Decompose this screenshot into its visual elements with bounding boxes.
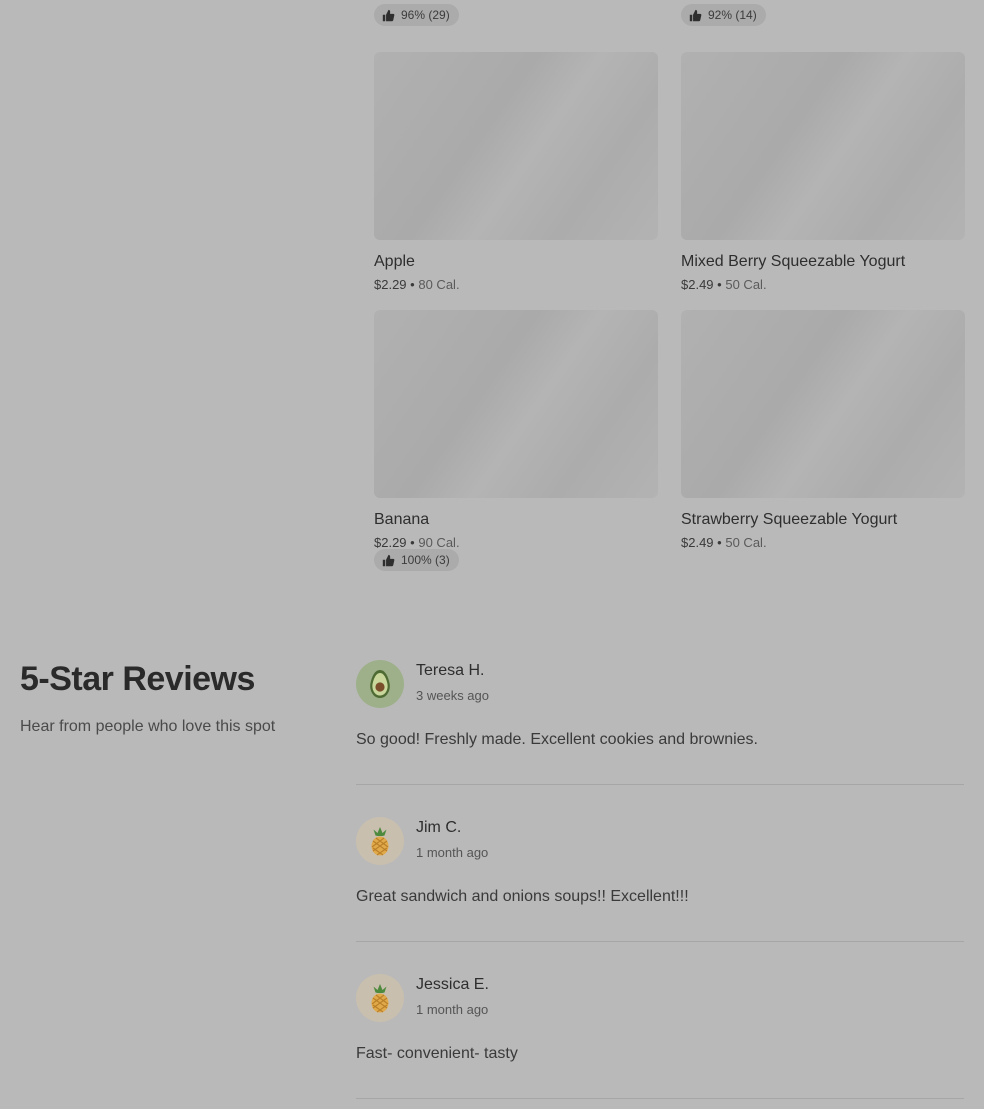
item-calories: 90 Cal. (418, 535, 460, 550)
rating-badge: 96% (29) (374, 4, 459, 26)
menu-item-card[interactable]: Banana $2.29 • 90 Cal. (374, 310, 658, 551)
separator: • (410, 277, 415, 292)
reviewer-name: Jessica E. (416, 976, 489, 993)
rating-text: 96% (29) (401, 8, 450, 22)
review-time: 1 month ago (416, 1002, 489, 1017)
thumbs-up-icon (689, 9, 702, 22)
avatar (356, 660, 404, 708)
item-image[interactable] (681, 310, 965, 498)
rating-text: 92% (14) (708, 8, 757, 22)
item-name: Apple (374, 253, 415, 270)
item-price: $2.49 (681, 535, 714, 550)
review-time: 1 month ago (416, 845, 489, 860)
item-price: $2.29 (374, 277, 407, 292)
item-calories: 50 Cal. (725, 535, 767, 550)
separator: • (717, 535, 722, 550)
reviewer-name: Jim C. (416, 819, 462, 836)
menu-item-card[interactable]: Apple $2.29 • 80 Cal. (374, 52, 658, 293)
section-subtitle: Hear from people who love this spot (20, 718, 276, 735)
divider (356, 1098, 964, 1099)
item-meta: $2.49 • 50 Cal. (681, 277, 965, 293)
item-meta: $2.29 • 80 Cal. (374, 277, 658, 293)
item-meta: $2.49 • 50 Cal. (681, 535, 965, 551)
item-calories: 50 Cal. (725, 277, 767, 292)
separator: • (717, 277, 722, 292)
thumbs-up-icon (382, 554, 395, 567)
review-text: Great sandwich and onions soups!! Excell… (356, 888, 689, 905)
item-price: $2.49 (681, 277, 714, 292)
item-image[interactable] (374, 52, 658, 240)
rating-text: 100% (3) (401, 553, 450, 567)
review-text: So good! Freshly made. Excellent cookies… (356, 731, 758, 748)
menu-item-card[interactable]: Strawberry Squeezable Yogurt $2.49 • 50 … (681, 310, 965, 551)
avatar (356, 974, 404, 1022)
item-calories: 80 Cal. (418, 277, 460, 292)
divider (356, 941, 964, 942)
separator: • (410, 535, 415, 550)
item-name: Strawberry Squeezable Yogurt (681, 511, 898, 528)
reviewer-name: Teresa H. (416, 662, 485, 679)
item-name: Banana (374, 511, 430, 528)
item-image[interactable] (681, 52, 965, 240)
pineapple-icon (366, 826, 394, 856)
review-text: Fast- convenient- tasty (356, 1045, 518, 1062)
item-price: $2.29 (374, 535, 407, 550)
item-image[interactable] (374, 310, 658, 498)
section-title: 5-Star Reviews (20, 660, 255, 698)
item-name: Mixed Berry Squeezable Yogurt (681, 253, 906, 270)
rating-badge: 92% (14) (681, 4, 766, 26)
review-time: 3 weeks ago (416, 688, 489, 703)
pineapple-icon (366, 983, 394, 1013)
avocado-icon (366, 669, 394, 699)
divider (356, 784, 964, 785)
menu-item-card[interactable]: Mixed Berry Squeezable Yogurt $2.49 • 50… (681, 52, 965, 293)
rating-badge: 100% (3) (374, 549, 459, 571)
avatar (356, 817, 404, 865)
thumbs-up-icon (382, 9, 395, 22)
